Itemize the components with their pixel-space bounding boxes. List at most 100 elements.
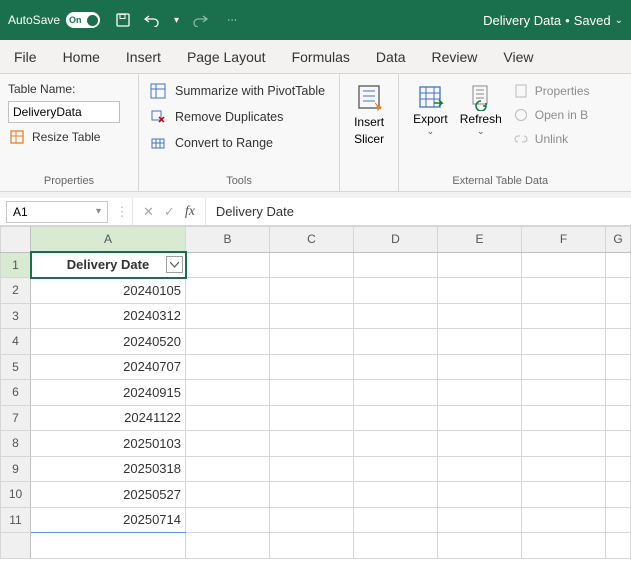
cell[interactable] [606, 303, 631, 329]
formula-input[interactable]: Delivery Date [206, 204, 631, 219]
cell[interactable] [438, 482, 522, 508]
row-header[interactable]: 4 [1, 329, 31, 355]
ext-properties-button[interactable]: Properties [512, 82, 590, 100]
cell[interactable] [354, 405, 438, 431]
cell[interactable] [522, 405, 606, 431]
table-name-input[interactable] [8, 101, 120, 123]
cell[interactable] [270, 431, 354, 457]
tab-review[interactable]: Review [432, 49, 478, 65]
cell[interactable] [606, 482, 631, 508]
summarize-pivot-button[interactable]: Summarize with PivotTable [149, 82, 325, 100]
cell[interactable] [606, 456, 631, 482]
customize-qat-icon[interactable]: ⋯ [227, 15, 237, 26]
cell[interactable] [438, 380, 522, 406]
row-header[interactable]: 7 [1, 405, 31, 431]
cell[interactable] [438, 354, 522, 380]
cell[interactable] [522, 354, 606, 380]
name-box[interactable]: A1 ▾ [6, 201, 108, 223]
row-header[interactable]: 10 [1, 482, 31, 508]
cell[interactable] [354, 380, 438, 406]
row-header[interactable]: 2 [1, 278, 31, 304]
cell[interactable]: 20240312 [31, 303, 186, 329]
cell[interactable] [438, 431, 522, 457]
undo-dropdown-icon[interactable]: ▾ [174, 15, 179, 26]
cell[interactable] [438, 252, 522, 278]
chevron-down-icon[interactable]: ▾ [96, 206, 101, 217]
cell[interactable]: 20240520 [31, 329, 186, 355]
cell[interactable] [438, 405, 522, 431]
chevron-down-icon[interactable]: ⌄ [477, 126, 485, 137]
select-all-corner[interactable] [1, 227, 31, 253]
cell[interactable] [186, 431, 270, 457]
cell[interactable] [186, 507, 270, 533]
cell[interactable] [354, 533, 438, 559]
cell[interactable] [354, 507, 438, 533]
cell[interactable] [522, 303, 606, 329]
tab-data[interactable]: Data [376, 49, 406, 65]
tab-formulas[interactable]: Formulas [292, 49, 350, 65]
tab-view[interactable]: View [503, 49, 533, 65]
cell[interactable] [270, 456, 354, 482]
cell[interactable] [438, 278, 522, 304]
remove-duplicates-button[interactable]: Remove Duplicates [149, 108, 325, 126]
fx-icon[interactable]: fx [185, 204, 195, 220]
cell[interactable] [31, 533, 186, 559]
cell[interactable] [522, 380, 606, 406]
refresh-button[interactable]: Refresh ⌄ [454, 78, 508, 141]
cell[interactable]: 20240915 [31, 380, 186, 406]
col-header-f[interactable]: F [522, 227, 606, 253]
col-header-d[interactable]: D [354, 227, 438, 253]
cell[interactable] [606, 405, 631, 431]
col-header-b[interactable]: B [186, 227, 270, 253]
unlink-button[interactable]: Unlink [512, 130, 590, 148]
cell[interactable]: 20241122 [31, 405, 186, 431]
filter-dropdown-button[interactable] [166, 256, 183, 273]
cell[interactable] [186, 329, 270, 355]
cell[interactable] [354, 482, 438, 508]
row-header[interactable]: 5 [1, 354, 31, 380]
cell[interactable] [522, 456, 606, 482]
cell[interactable] [438, 533, 522, 559]
cell[interactable] [186, 482, 270, 508]
cell[interactable] [354, 252, 438, 278]
open-in-browser-button[interactable]: Open in B [512, 106, 590, 124]
cell[interactable]: 20250527 [31, 482, 186, 508]
cell[interactable] [522, 482, 606, 508]
cell[interactable]: 20250103 [31, 431, 186, 457]
cell[interactable] [354, 354, 438, 380]
cell[interactable] [522, 507, 606, 533]
col-header-c[interactable]: C [270, 227, 354, 253]
cell[interactable] [270, 252, 354, 278]
cell[interactable] [606, 252, 631, 278]
tab-home[interactable]: Home [63, 49, 100, 65]
cell[interactable] [186, 533, 270, 559]
cell[interactable] [354, 431, 438, 457]
cell[interactable] [354, 456, 438, 482]
cell[interactable] [270, 303, 354, 329]
col-header-a[interactable]: A [31, 227, 186, 253]
cell[interactable] [270, 405, 354, 431]
cell[interactable] [186, 354, 270, 380]
tab-insert[interactable]: Insert [126, 49, 161, 65]
undo-icon[interactable] [144, 11, 162, 29]
cell[interactable] [438, 456, 522, 482]
row-header[interactable]: 6 [1, 380, 31, 406]
row-header[interactable]: 9 [1, 456, 31, 482]
cell[interactable] [522, 252, 606, 278]
cell[interactable] [270, 533, 354, 559]
chevron-down-icon[interactable]: ⌄ [427, 126, 435, 137]
cell[interactable] [186, 380, 270, 406]
cell[interactable] [438, 507, 522, 533]
cell[interactable]: 20240707 [31, 354, 186, 380]
cell[interactable]: 20240105 [31, 278, 186, 304]
cell[interactable] [606, 329, 631, 355]
cell[interactable] [270, 354, 354, 380]
save-icon[interactable] [114, 11, 132, 29]
cell[interactable] [270, 482, 354, 508]
row-header[interactable]: 3 [1, 303, 31, 329]
cell[interactable] [354, 303, 438, 329]
tab-file[interactable]: File [14, 49, 37, 65]
cell[interactable]: 20250714 [31, 507, 186, 533]
cell[interactable] [186, 303, 270, 329]
enter-icon[interactable]: ✓ [164, 204, 175, 220]
